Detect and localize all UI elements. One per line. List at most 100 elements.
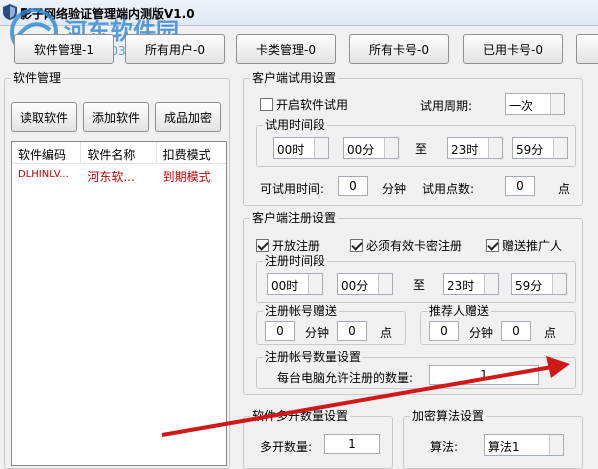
register-settings-group: 客户端注册设置 开放注册 必须有效卡密注册 赠送推广人 注册时间段 00时 00…: [243, 211, 583, 395]
software-manage-group: 软件管理 读取软件 添加软件 成品加密 软件编码 软件名称 扣费模式 DLHIN…: [4, 71, 230, 469]
trial-to-label: 至: [415, 142, 428, 156]
register-count-title: 注册帐号数量设置: [263, 350, 364, 364]
multi-open-title: 软件多开数量设置: [250, 409, 351, 423]
register-end-min-select[interactable]: 59分: [511, 273, 567, 295]
tab-card-type-manage[interactable]: 卡类管理-0: [236, 34, 336, 64]
register-start-hour-select[interactable]: 00时: [267, 273, 323, 295]
account-gift-group: 注册帐号赠送 0 分钟 0 点: [256, 304, 406, 345]
trial-end-min-select[interactable]: 59分: [512, 137, 568, 159]
dropdown-icon[interactable]: [549, 435, 563, 455]
trial-time-unit: 分钟: [382, 182, 407, 196]
gift-referrer-label: 赠送推广人: [502, 239, 563, 253]
trial-time-range-title: 试用时间段: [263, 118, 328, 132]
register-settings-title: 客户端注册设置: [250, 211, 339, 225]
algorithm-value: 算法1: [488, 440, 520, 454]
dropdown-icon[interactable]: [308, 274, 322, 294]
referrer-gift-points-input[interactable]: 0: [501, 321, 531, 341]
trial-period-label: 试用周期:: [420, 99, 473, 113]
register-start-min-select[interactable]: 00分: [337, 273, 393, 295]
algorithm-label: 算法:: [430, 440, 459, 454]
dropdown-icon[interactable]: [553, 138, 567, 158]
open-register-label: 开放注册: [272, 239, 321, 253]
tab-software-manage[interactable]: 软件管理-1: [14, 34, 114, 64]
trial-settings-title: 客户端试用设置: [250, 71, 339, 85]
trial-start-hour-select[interactable]: 00时: [273, 137, 329, 159]
column-software-name[interactable]: 软件名称: [81, 142, 157, 164]
multi-open-group: 软件多开数量设置 多开数量: 1: [243, 409, 393, 469]
dropdown-icon[interactable]: [314, 138, 328, 158]
trial-end-min-value: 59分: [516, 143, 544, 157]
tab-all-cards[interactable]: 所有卡号-0: [349, 34, 449, 64]
tab-more-button[interactable]: [576, 34, 598, 64]
algorithm-select[interactable]: 算法1: [484, 434, 564, 456]
trial-start-hour-value: 00时: [277, 143, 305, 157]
register-to-label: 至: [413, 278, 426, 292]
tab-used-cards[interactable]: 已用卡号-0: [463, 34, 563, 64]
register-end-min-value: 59分: [515, 279, 543, 293]
referrer-gift-group: 推荐人赠送 0 分钟 0 点: [420, 304, 576, 345]
register-end-hour-select[interactable]: 23时: [443, 273, 499, 295]
trial-period-value: 一次: [509, 99, 534, 113]
register-start-min-value: 00分: [341, 279, 369, 293]
referrer-gift-minutes-unit: 分钟: [469, 326, 494, 340]
open-register-box[interactable]: [256, 239, 269, 252]
dropdown-icon[interactable]: [488, 138, 502, 158]
tab-all-users[interactable]: 所有用户-0: [125, 34, 225, 64]
enable-trial-checkbox[interactable]: 开启软件试用: [260, 96, 348, 113]
trial-start-min-select[interactable]: 00分: [343, 137, 399, 159]
dropdown-icon[interactable]: [550, 94, 564, 114]
software-list[interactable]: 软件编码 软件名称 扣费模式 DLHINLV... 河东软... 到期模式: [11, 141, 227, 466]
account-gift-points-input[interactable]: 0: [337, 321, 367, 341]
register-count-label: 每台电脑允许注册的数量:: [277, 371, 414, 385]
dropdown-icon[interactable]: [552, 274, 566, 294]
title-bar: 影子网络验证管理端内测版V1.0: [0, 0, 598, 26]
referrer-gift-minutes-input[interactable]: 0: [429, 321, 459, 341]
add-software-button[interactable]: 添加软件: [83, 102, 149, 132]
dropdown-icon[interactable]: [484, 274, 498, 294]
encrypt-algorithm-title: 加密算法设置: [410, 409, 487, 423]
encrypt-algorithm-group: 加密算法设置 算法: 算法1: [403, 409, 583, 469]
register-count-group: 注册帐号数量设置 每台电脑允许注册的数量: 1: [256, 350, 576, 389]
multi-open-label: 多开数量:: [260, 440, 313, 454]
account-gift-points-unit: 点: [380, 326, 393, 340]
referrer-gift-points-unit: 点: [544, 326, 557, 340]
trial-points-input[interactable]: 0: [505, 176, 535, 196]
trial-time-label: 可试用时间:: [260, 182, 325, 196]
enable-trial-label: 开启软件试用: [276, 98, 349, 112]
dropdown-icon[interactable]: [384, 138, 398, 158]
register-start-hour-value: 00时: [271, 279, 299, 293]
software-list-header: 软件编码 软件名称 扣费模式: [12, 142, 226, 164]
trial-points-label: 试用点数:: [422, 182, 475, 196]
app-shield-icon: [3, 4, 17, 20]
open-register-checkbox[interactable]: 开放注册: [256, 237, 320, 254]
register-count-input[interactable]: 1: [429, 365, 539, 385]
row-software-name: 河东软...: [87, 170, 135, 184]
trial-period-select[interactable]: 一次: [505, 93, 565, 115]
need-card-box[interactable]: [350, 239, 363, 252]
dropdown-icon[interactable]: [378, 274, 392, 294]
gift-referrer-checkbox[interactable]: 赠送推广人: [486, 237, 562, 254]
gift-referrer-box[interactable]: [486, 239, 499, 252]
read-software-button[interactable]: 读取软件: [11, 102, 77, 132]
column-software-code[interactable]: 软件编码: [12, 142, 82, 164]
tab-bar: 软件管理-1 所有用户-0 卡类管理-0 所有卡号-0 已用卡号-0: [0, 26, 598, 68]
account-gift-title: 注册帐号赠送: [263, 304, 340, 318]
list-item[interactable]: DLHINLV... 河东软... 到期模式: [12, 166, 226, 184]
register-end-hour-value: 23时: [447, 279, 475, 293]
multi-open-input[interactable]: 1: [324, 434, 380, 454]
enable-trial-box[interactable]: [260, 98, 273, 111]
encrypt-product-button[interactable]: 成品加密: [155, 102, 221, 132]
column-charge-mode[interactable]: 扣费模式: [157, 142, 226, 164]
account-gift-minutes-unit: 分钟: [305, 326, 330, 340]
row-charge-mode: 到期模式: [162, 170, 211, 184]
trial-end-hour-select[interactable]: 23时: [447, 137, 503, 159]
window-title: 影子网络验证管理端内测版V1.0: [20, 7, 195, 21]
software-manage-title: 软件管理: [11, 71, 64, 85]
need-card-checkbox[interactable]: 必须有效卡密注册: [350, 237, 462, 254]
register-time-range-group: 注册时间段 00时 00分 至 23时 59分: [256, 254, 576, 303]
row-software-code: DLHINLV...: [18, 169, 69, 180]
account-gift-minutes-input[interactable]: 0: [265, 321, 295, 341]
trial-time-input[interactable]: 0: [338, 176, 368, 196]
trial-settings-group: 客户端试用设置 开启软件试用 试用周期: 一次 试用时间段 00时 00分 至 …: [243, 71, 583, 206]
trial-points-unit: 点: [558, 182, 571, 196]
